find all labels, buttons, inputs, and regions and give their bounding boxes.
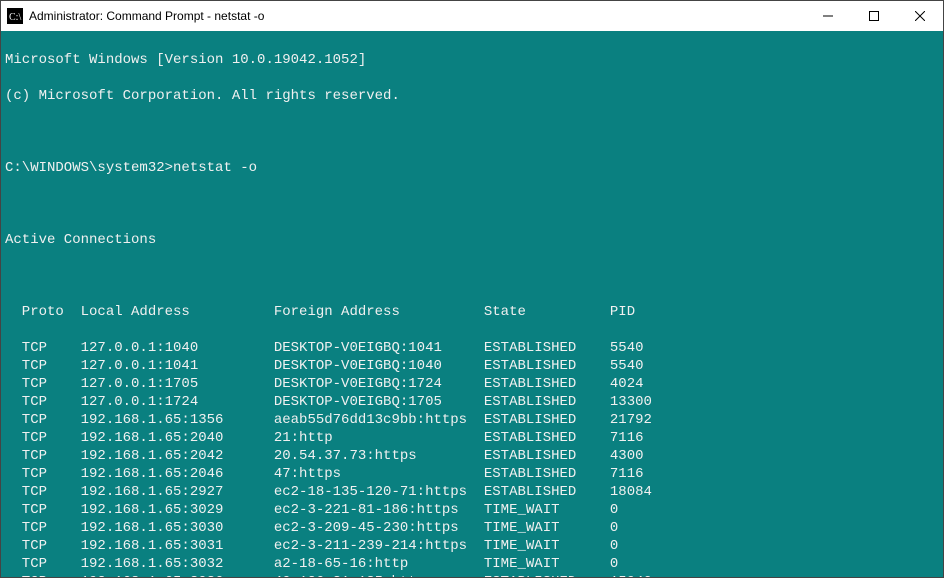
table-row: TCP 192.168.1.65:2042 20.54.37.73:https … (5, 447, 939, 465)
prompt-path: C:\WINDOWS\system32> (5, 160, 173, 176)
table-row: TCP 127.0.0.1:1705 DESKTOP-V0EIGBQ:1724 … (5, 375, 939, 393)
table-row: TCP 192.168.1.65:3029 ec2-3-221-81-186:h… (5, 501, 939, 519)
terminal-output[interactable]: Microsoft Windows [Version 10.0.19042.10… (1, 31, 943, 577)
window-title: Administrator: Command Prompt - netstat … (29, 9, 264, 23)
minimize-button[interactable] (805, 1, 851, 31)
table-row: TCP 192.168.1.65:3031 ec2-3-211-239-214:… (5, 537, 939, 555)
section-title: Active Connections (5, 231, 939, 249)
prompt-command: netstat -o (173, 160, 257, 176)
copyright-line: (c) Microsoft Corporation. All rights re… (5, 87, 939, 105)
table-row: TCP 192.168.1.65:2040 21:http ESTABLISHE… (5, 429, 939, 447)
version-line: Microsoft Windows [Version 10.0.19042.10… (5, 51, 939, 69)
table-row: TCP 192.168.1.65:3030 ec2-3-209-45-230:h… (5, 519, 939, 537)
blank-line (5, 267, 939, 285)
blank-line (5, 123, 939, 141)
table-row: TCP 127.0.0.1:1041 DESKTOP-V0EIGBQ:1040 … (5, 357, 939, 375)
table-row: TCP 192.168.1.65:2927 ec2-18-135-120-71:… (5, 483, 939, 501)
table-row: TCP 192.168.1.65:2046 47:https ESTABLISH… (5, 465, 939, 483)
cmd-icon: C:\ (7, 8, 23, 24)
table-row: TCP 127.0.0.1:1040 DESKTOP-V0EIGBQ:1041 … (5, 339, 939, 357)
maximize-button[interactable] (851, 1, 897, 31)
table-header: Proto Local Address Foreign Address Stat… (5, 303, 939, 321)
table-row: TCP 192.168.1.65:1356 aeab55d76dd13c9bb:… (5, 411, 939, 429)
table-row: TCP 192.168.1.65:3032 a2-18-65-16:http T… (5, 555, 939, 573)
svg-text:C:\: C:\ (9, 12, 21, 23)
close-button[interactable] (897, 1, 943, 31)
table-row: TCP 127.0.0.1:1724 DESKTOP-V0EIGBQ:1705 … (5, 393, 939, 411)
window-titlebar: C:\ Administrator: Command Prompt - nets… (1, 1, 943, 31)
prompt-line: C:\WINDOWS\system32>netstat -o (5, 159, 939, 177)
blank-line (5, 195, 939, 213)
table-row: TCP 192.168.1.65:3036 40.126.31.135:http… (5, 573, 939, 577)
